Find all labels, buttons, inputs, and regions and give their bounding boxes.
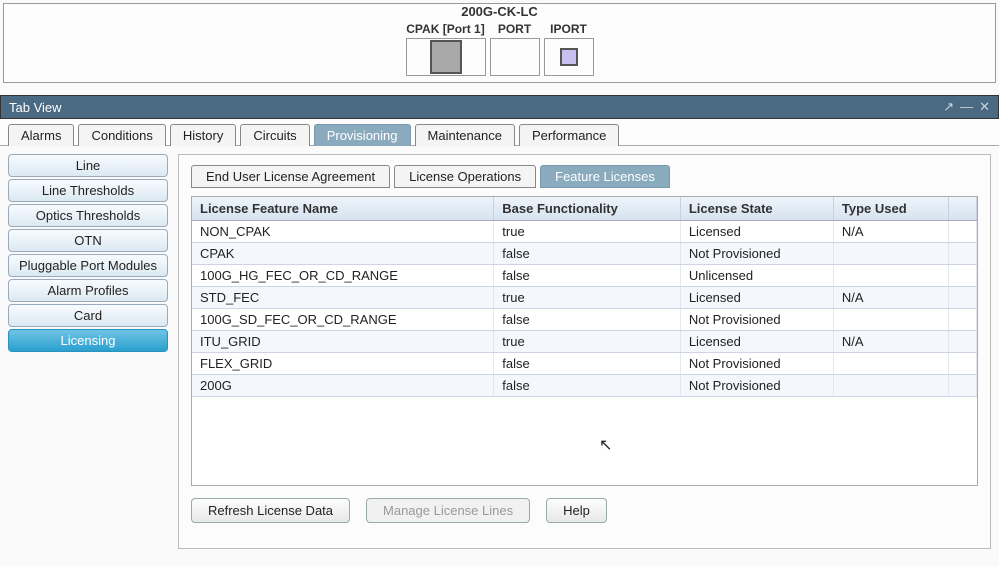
cell-feature: NON_CPAK — [192, 221, 494, 243]
tab-conditions[interactable]: Conditions — [78, 124, 165, 146]
cell-feature: 100G_SD_FEC_OR_CD_RANGE — [192, 309, 494, 331]
table-row[interactable]: 100G_SD_FEC_OR_CD_RANGEfalseNot Provisio… — [192, 309, 977, 331]
cell-spacer — [949, 221, 977, 243]
subtab-license-operations[interactable]: License Operations — [394, 165, 536, 188]
cell-spacer — [949, 265, 977, 287]
table-row[interactable]: 100G_HG_FEC_OR_CD_RANGEfalseUnlicensed — [192, 265, 977, 287]
table-row[interactable]: FLEX_GRIDfalseNot Provisioned — [192, 353, 977, 375]
cell-spacer — [949, 375, 977, 397]
refresh-license-data-button[interactable]: Refresh License Data — [191, 498, 350, 523]
tab-view-label: Tab View — [9, 100, 62, 115]
feature-licenses-table-wrap[interactable]: License Feature NameBase FunctionalityLi… — [191, 196, 978, 486]
cell-base: true — [494, 331, 681, 353]
port-port-label: PORT — [490, 22, 540, 36]
sidebar-item-alarm-profiles[interactable]: Alarm Profiles — [8, 279, 168, 302]
cell-spacer — [949, 309, 977, 331]
cell-base: false — [494, 375, 681, 397]
subtab-feature-licenses[interactable]: Feature Licenses — [540, 165, 670, 188]
cell-type — [833, 265, 948, 287]
col-header-0[interactable]: License Feature Name — [192, 197, 494, 221]
cell-state: Not Provisioned — [680, 375, 833, 397]
cell-base: false — [494, 243, 681, 265]
cell-base: false — [494, 309, 681, 331]
tab-performance[interactable]: Performance — [519, 124, 619, 146]
cell-state: Not Provisioned — [680, 353, 833, 375]
tab-history[interactable]: History — [170, 124, 236, 146]
device-panel: 200G-CK-LC CPAK [Port 1] PORT IPORT — [3, 3, 996, 83]
provisioning-sidebar: LineLine ThresholdsOptics ThresholdsOTNP… — [8, 154, 168, 352]
licensing-panel: End User License AgreementLicense Operat… — [178, 154, 991, 549]
port-cpak-label: CPAK [Port 1] — [406, 22, 486, 36]
sidebar-item-pluggable-port-modules[interactable]: Pluggable Port Modules — [8, 254, 168, 277]
cell-state: Licensed — [680, 287, 833, 309]
tab-provisioning[interactable]: Provisioning — [314, 124, 411, 146]
tab-view-bar: Tab View ↗ — ✕ — [0, 95, 999, 119]
tab-circuits[interactable]: Circuits — [240, 124, 309, 146]
cell-state: Not Provisioned — [680, 309, 833, 331]
sidebar-item-otn[interactable]: OTN — [8, 229, 168, 252]
cell-type — [833, 375, 948, 397]
main-tabs-row: AlarmsConditionsHistoryCircuitsProvision… — [0, 119, 999, 146]
cell-state: Licensed — [680, 221, 833, 243]
sidebar-item-card[interactable]: Card — [8, 304, 168, 327]
col-header-1[interactable]: Base Functionality — [494, 197, 681, 221]
table-row[interactable]: 200GfalseNot Provisioned — [192, 375, 977, 397]
tab-maintenance[interactable]: Maintenance — [415, 124, 515, 146]
cell-state: Not Provisioned — [680, 243, 833, 265]
table-row[interactable]: NON_CPAKtrueLicensedN/A — [192, 221, 977, 243]
cell-spacer — [949, 243, 977, 265]
cell-state: Licensed — [680, 331, 833, 353]
minimize-icon[interactable]: — — [960, 99, 973, 115]
col-header-2[interactable]: License State — [680, 197, 833, 221]
port-iport-label: IPORT — [544, 22, 594, 36]
cell-type — [833, 309, 948, 331]
port-cpak-module — [430, 40, 462, 74]
cell-feature: 100G_HG_FEC_OR_CD_RANGE — [192, 265, 494, 287]
port-port-box[interactable] — [490, 38, 540, 76]
cell-feature: ITU_GRID — [192, 331, 494, 353]
cell-feature: FLEX_GRID — [192, 353, 494, 375]
sidebar-item-line-thresholds[interactable]: Line Thresholds — [8, 179, 168, 202]
subtab-eula[interactable]: End User License Agreement — [191, 165, 390, 188]
cell-spacer — [949, 353, 977, 375]
device-title: 200G-CK-LC — [459, 4, 540, 19]
cell-base: true — [494, 221, 681, 243]
cell-spacer — [949, 287, 977, 309]
table-row[interactable]: STD_FECtrueLicensedN/A — [192, 287, 977, 309]
cell-feature: 200G — [192, 375, 494, 397]
port-iport-box[interactable] — [544, 38, 594, 76]
close-icon[interactable]: ✕ — [979, 99, 990, 115]
col-header-3[interactable]: Type Used — [833, 197, 948, 221]
cell-feature: STD_FEC — [192, 287, 494, 309]
cell-base: true — [494, 287, 681, 309]
cell-spacer — [949, 331, 977, 353]
cell-type — [833, 243, 948, 265]
cell-type: N/A — [833, 287, 948, 309]
cell-state: Unlicensed — [680, 265, 833, 287]
port-iport-module — [560, 48, 578, 66]
cell-feature: CPAK — [192, 243, 494, 265]
sidebar-item-licensing[interactable]: Licensing — [8, 329, 168, 352]
tab-alarms[interactable]: Alarms — [8, 124, 74, 146]
port-cpak-box[interactable] — [406, 38, 486, 76]
feature-licenses-table: License Feature NameBase FunctionalityLi… — [192, 197, 977, 397]
sidebar-item-line[interactable]: Line — [8, 154, 168, 177]
licensing-subtabs: End User License AgreementLicense Operat… — [191, 165, 978, 188]
cell-type — [833, 353, 948, 375]
cell-type: N/A — [833, 331, 948, 353]
cell-base: false — [494, 265, 681, 287]
sidebar-item-optics-thresholds[interactable]: Optics Thresholds — [8, 204, 168, 227]
detach-icon[interactable]: ↗ — [943, 99, 954, 115]
table-row[interactable]: CPAKfalseNot Provisioned — [192, 243, 977, 265]
cell-base: false — [494, 353, 681, 375]
table-row[interactable]: ITU_GRIDtrueLicensedN/A — [192, 331, 977, 353]
cell-type: N/A — [833, 221, 948, 243]
col-header-spacer — [949, 197, 977, 221]
help-button[interactable]: Help — [546, 498, 607, 523]
manage-license-lines-button: Manage License Lines — [366, 498, 530, 523]
